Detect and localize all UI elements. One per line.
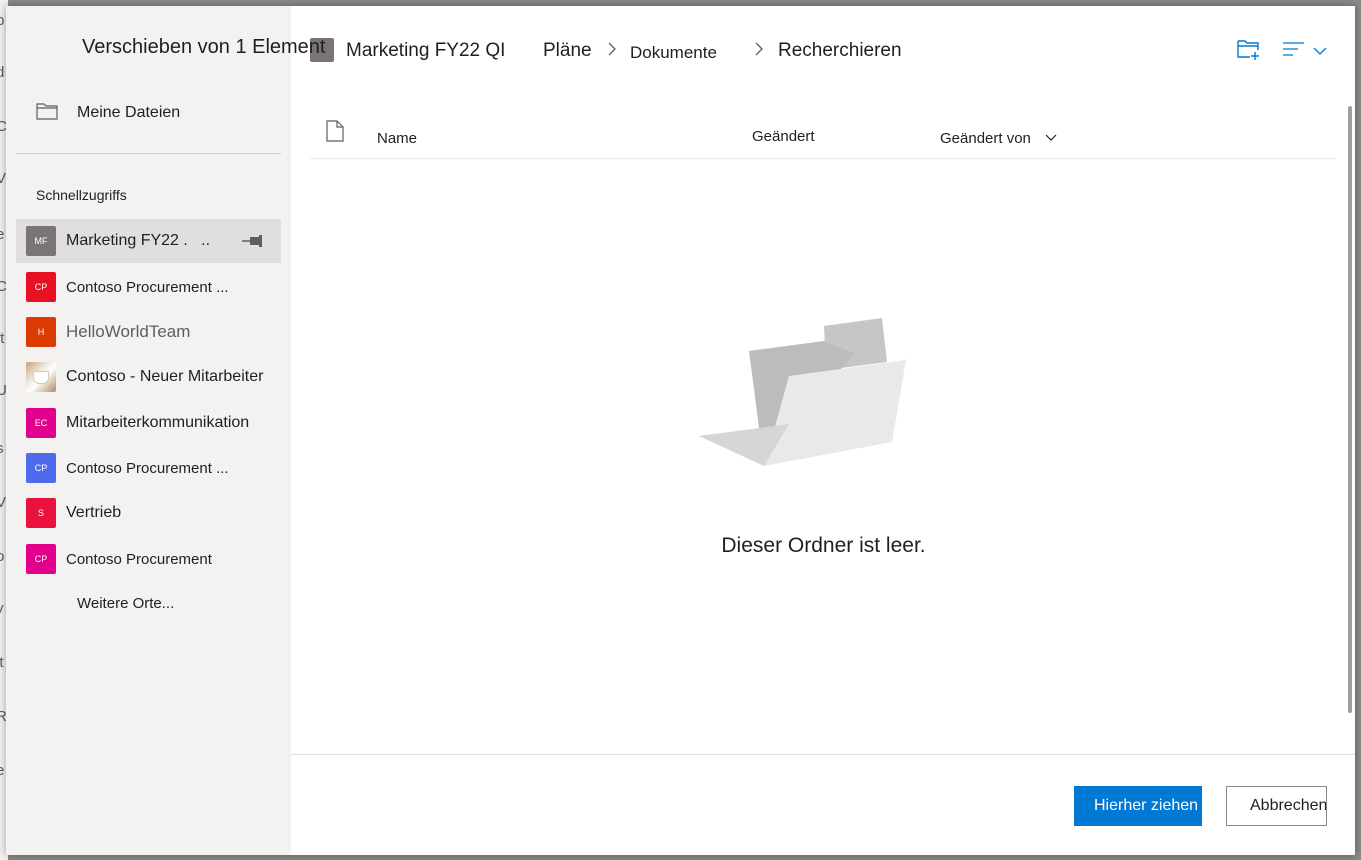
sidebar-item-label: Contoso Procurement ... <box>66 278 229 296</box>
site-avatar: CP <box>26 272 56 302</box>
sidebar-item-mitarbeiterkommunikation[interactable]: EC Mitarbeiterkommunikation <box>16 401 281 445</box>
sidebar-item-contoso-neuer-mitarbeiter[interactable]: Contoso - Neuer Mitarbeiter <box>16 355 281 399</box>
background-text-fragment: d <box>0 64 5 81</box>
main-panel: Marketing FY22 QI Pläne Dokumente Recher… <box>291 6 1355 855</box>
background-text-fragment: lt <box>0 654 4 671</box>
dialog-title: Verschieben von 1 Element <box>82 36 326 58</box>
scrollbar-thumb[interactable] <box>1348 106 1352 713</box>
more-places-link[interactable]: Weitere Orte... <box>77 595 174 612</box>
move-here-button[interactable]: Hierher ziehen <box>1074 786 1202 826</box>
breadcrumb-item-recherchieren: Recherchieren <box>778 40 902 61</box>
breadcrumb-item-site[interactable]: Marketing FY22 QI <box>346 40 505 62</box>
column-header-name[interactable]: Name <box>377 130 417 147</box>
coffee-cup-photo-icon <box>26 362 56 392</box>
sidebar-divider <box>16 153 281 154</box>
chevron-down-icon[interactable] <box>1045 130 1057 148</box>
folder-icon <box>36 102 58 125</box>
site-avatar: EC <box>26 408 56 438</box>
dialog-footer: Hierher ziehen Abbrechen <box>291 754 1355 855</box>
background-text-fragment: e <box>0 762 5 779</box>
file-list-header: Name Geändert Geändert von <box>310 111 1336 159</box>
chevron-down-icon[interactable] <box>1313 43 1327 61</box>
sidebar-item-contoso-procurement-1[interactable]: CP Contoso Procurement ... <box>16 265 281 309</box>
sidebar-item-contoso-procurement-3[interactable]: CP Contoso Procurement <box>16 537 281 581</box>
background-text-fragment: v <box>0 600 4 617</box>
background-text-fragment: p <box>0 12 5 29</box>
sidebar-item-label: Contoso Procurement ... <box>66 459 229 477</box>
background-text-fragment: o <box>0 548 5 565</box>
column-header-modified-by[interactable]: Geändert von <box>940 130 1031 147</box>
sidebar: Verschieben von 1 Element Meine Dateien … <box>6 6 326 855</box>
sidebar-item-label: Marketing FY22 . .. <box>66 232 211 249</box>
sidebar-item-label: Contoso Procurement <box>66 550 212 568</box>
site-avatar: MF <box>26 226 56 256</box>
pin-icon[interactable] <box>242 234 266 253</box>
breadcrumb-item-plaene[interactable]: Pläne <box>543 40 592 62</box>
site-avatar: H <box>26 317 56 347</box>
quick-access-header: Schnellzugriffs <box>36 187 127 203</box>
sidebar-item-contoso-procurement-2[interactable]: CP Contoso Procurement ... <box>16 446 281 490</box>
background-text-fragment: e <box>0 226 5 243</box>
new-folder-icon[interactable] <box>1237 38 1261 65</box>
sidebar-item-label: Contoso - Neuer Mitarbeiter <box>66 368 264 385</box>
empty-folder-message: Dieser Ordner ist leer. <box>721 534 926 557</box>
sidebar-item-label: Mitarbeiterkommunikation <box>66 414 250 431</box>
file-type-icon[interactable] <box>326 120 344 147</box>
scrollbar[interactable] <box>1345 6 1355 755</box>
site-avatar: CP <box>26 453 56 483</box>
cancel-button[interactable]: Abbrechen <box>1226 786 1327 826</box>
column-header-modified[interactable]: Geändert <box>752 128 815 145</box>
sidebar-item-helloworldteam[interactable]: H HelloWorldTeam <box>16 310 281 354</box>
empty-folder-illustration <box>694 318 906 473</box>
chevron-right-icon <box>755 42 764 59</box>
my-files-link[interactable]: Meine Dateien <box>77 104 180 122</box>
background-text-fragment: s <box>0 440 4 457</box>
sidebar-item-label: HelloWorldTeam <box>66 322 191 341</box>
breadcrumb-item-dokumente[interactable]: Dokumente <box>630 43 717 63</box>
sidebar-item-label: Vertrieb <box>66 504 122 521</box>
chevron-right-icon <box>608 42 617 59</box>
view-options-icon[interactable] <box>1283 42 1305 61</box>
site-avatar: S <box>26 498 56 528</box>
move-dialog: Verschieben von 1 Element Meine Dateien … <box>6 6 1355 855</box>
background-text-fragment: ft <box>0 330 5 347</box>
sidebar-item-vertrieb[interactable]: S Vertrieb <box>16 491 281 535</box>
site-avatar: CP <box>26 544 56 574</box>
